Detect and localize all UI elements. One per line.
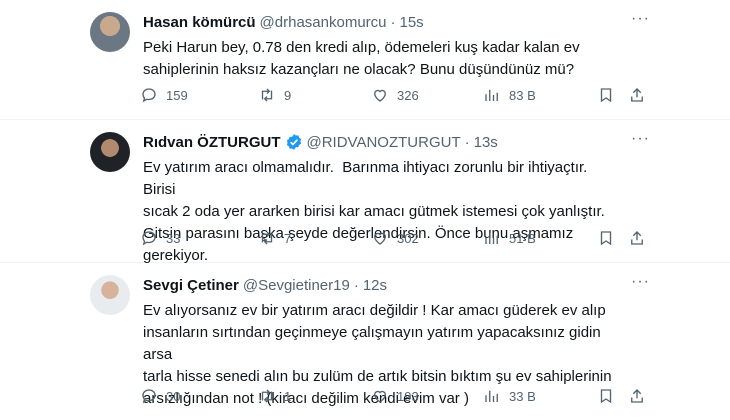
views-icon [485, 390, 498, 402]
share-icon [631, 389, 643, 403]
reply-button[interactable]: 33 [140, 229, 180, 247]
tweet-timestamp[interactable]: 13s [474, 134, 498, 151]
share-button[interactable] [628, 86, 646, 104]
views-count: 83 B [509, 87, 536, 103]
author-name[interactable]: Hasan kömürcü [143, 14, 256, 31]
views-icon [485, 232, 498, 244]
retweet-button[interactable]: 7 [258, 229, 291, 247]
tweet-actions: 33 7 302 51 B [140, 229, 645, 249]
avatar[interactable] [90, 275, 130, 315]
bookmark-icon [600, 88, 612, 103]
bookmark-icon [600, 231, 612, 246]
author-name[interactable]: Rıdvan ÖZTURGUT [143, 134, 281, 151]
tweet-header: Rıdvan ÖZTURGUT @RIDVANOZTURGUT · 13s [143, 132, 498, 152]
retweet-button[interactable]: 9 [258, 86, 291, 104]
tweet-item[interactable]: Rıdvan ÖZTURGUT @RIDVANOZTURGUT · 13s ··… [0, 120, 730, 264]
author-handle[interactable]: @Sevgietiner19 [243, 277, 350, 294]
tweet-item[interactable]: Hasan kömürcü @drhasankomurcu · 15s ··· … [0, 0, 730, 120]
bookmark-icon [600, 389, 612, 404]
share-icon [631, 231, 643, 245]
tweet-item[interactable]: Sevgi Çetiner @Sevgietiner19 · 12s ··· E… [0, 263, 730, 420]
separator-dot: · [390, 13, 396, 31]
views-count: 33 B [509, 388, 536, 404]
heart-icon [374, 232, 386, 245]
heart-icon [374, 390, 386, 403]
tweet-timestamp[interactable]: 12s [363, 277, 387, 294]
retweet-button[interactable]: 1 [258, 387, 291, 405]
share-button[interactable] [628, 387, 646, 405]
reply-icon [142, 231, 156, 246]
tweet-actions: 159 9 326 83 B [140, 86, 645, 106]
tweet-text: Peki Harun bey, 0.78 den kredi alıp, öde… [143, 39, 580, 78]
tweet-actions: 30 1 193 33 B [140, 387, 645, 407]
separator-dot: · [464, 133, 470, 151]
tweet-timestamp[interactable]: 15s [400, 14, 424, 31]
like-count: 193 [397, 388, 419, 404]
bookmark-button[interactable] [597, 387, 615, 405]
author-handle[interactable]: @drhasankomurcu [260, 14, 387, 31]
retweet-icon [261, 389, 273, 403]
tweet-header: Hasan kömürcü @drhasankomurcu · 15s [143, 12, 424, 32]
reply-button[interactable]: 159 [140, 86, 188, 104]
retweet-icon [261, 231, 273, 245]
views-button[interactable]: 51 B [483, 229, 536, 247]
heart-icon [374, 89, 386, 102]
avatar[interactable] [90, 132, 130, 172]
share-button[interactable] [628, 229, 646, 247]
reply-count: 30 [166, 388, 181, 404]
tweet-header: Sevgi Çetiner @Sevgietiner19 · 12s [143, 275, 387, 295]
like-count: 302 [397, 230, 419, 246]
avatar[interactable] [90, 12, 130, 52]
reply-count: 33 [166, 230, 181, 246]
reply-icon [142, 389, 156, 404]
reply-count: 159 [166, 87, 188, 103]
more-dots-icon[interactable]: ··· [631, 130, 650, 148]
reply-button[interactable]: 30 [140, 387, 180, 405]
separator-dot: · [353, 276, 359, 294]
views-button[interactable]: 83 B [483, 86, 536, 104]
more-dots-icon[interactable]: ··· [631, 10, 650, 28]
author-name[interactable]: Sevgi Çetiner [143, 277, 239, 294]
tweet-text: Ev yatırım aracı olmamalıdır. Barınma ih… [143, 159, 605, 264]
verified-badge-icon [285, 133, 303, 151]
views-icon [485, 89, 498, 101]
author-handle[interactable]: @RIDVANOZTURGUT [307, 134, 461, 151]
like-button[interactable]: 326 [371, 86, 419, 104]
retweet-count: 9 [284, 87, 292, 103]
reply-icon [142, 88, 156, 103]
retweet-count: 1 [284, 388, 292, 404]
views-count: 51 B [509, 230, 536, 246]
share-icon [631, 88, 643, 102]
bookmark-button[interactable] [597, 229, 615, 247]
like-count: 326 [397, 87, 419, 103]
views-button[interactable]: 33 B [483, 387, 536, 405]
more-dots-icon[interactable]: ··· [631, 273, 650, 291]
like-button[interactable]: 193 [371, 387, 419, 405]
bookmark-button[interactable] [597, 86, 615, 104]
like-button[interactable]: 302 [371, 229, 419, 247]
retweet-icon [261, 88, 273, 102]
retweet-count: 7 [284, 230, 292, 246]
